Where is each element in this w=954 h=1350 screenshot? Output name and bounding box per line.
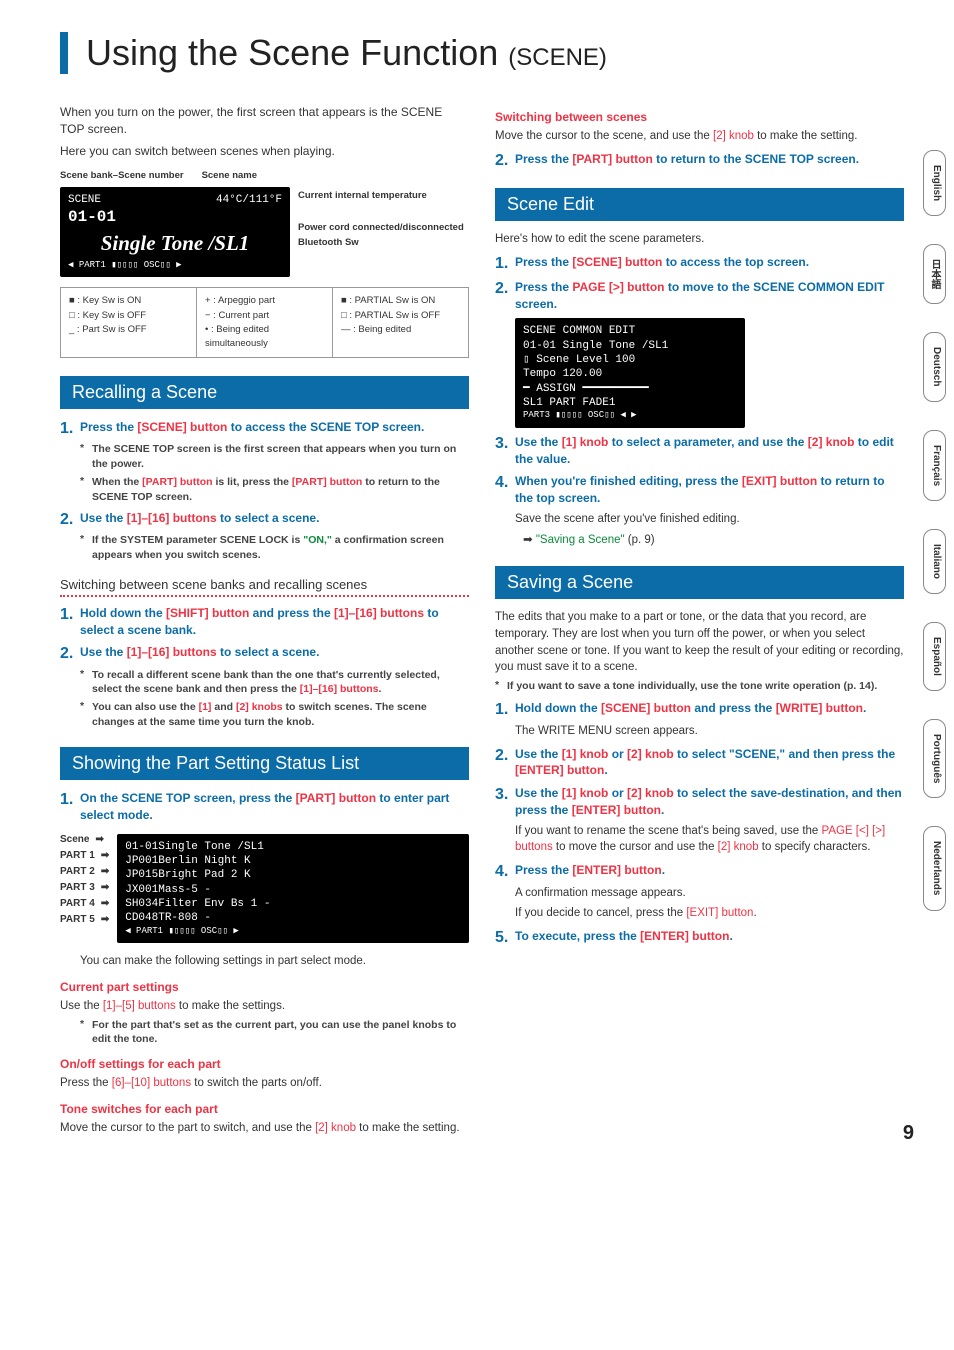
lcd-common-edit: SCENE COMMON EDIT 01-01 Single Tone /SL1… [515,318,745,427]
save-step-3: 3.Use the [1] knob or [2] knob to select… [495,785,904,819]
save-step-1: 1.Hold down the [SCENE] button and press… [495,700,904,719]
tab-francais[interactable]: Français [923,430,946,501]
lcd-footer: ◀ PART1 ▮▯▯▯▯ OSC▯▯ ▶ [68,260,282,272]
toneswitch-body: Move the cursor to the part to switch, a… [60,1120,469,1137]
subhead-current-part: Current part settings [60,980,469,994]
partlist-label-1: PART 1 [60,848,95,864]
switching-body: Move the cursor to the scene, and use th… [495,128,904,145]
intro-p1: When you turn on the power, the first sc… [60,104,469,139]
save-step-5: 5.To execute, press the [ENTER] button. [495,928,904,947]
partlist-label-2: PART 2 [60,864,95,880]
heading-partstatus: Showing the Part Setting Status List [60,747,469,780]
legend-box: ■ : Key Sw is ON □ : Key Sw is OFF _ : P… [60,287,469,358]
switching-step-2: 2.Press the [PART] button to return to t… [495,151,904,170]
recall-step-2: 2.Use the [1]–[16] buttons to select a s… [60,510,469,529]
save-step-2: 2.Use the [1] knob or [2] knob to select… [495,746,904,780]
save-step-4: 4.Press the [ENTER] button. [495,862,904,881]
edit-step-2: 2.Press the PAGE [>] button to move to t… [495,279,904,313]
legend-a2: □ : Key Sw is OFF [69,309,188,323]
legend-c2: □ : PARTIAL Sw is OFF [341,309,460,323]
legend-a1: ■ : Key Sw is ON [69,294,188,308]
tab-italiano[interactable]: Italiano [923,529,946,594]
tab-japanese[interactable]: 日本語 [923,244,946,304]
heading-saving: Saving a Scene [495,566,904,599]
lcd-partlist: 01-01Single Tone /SL1 JP001Berlin Night … [117,834,469,943]
onoff-body: Press the [6]–[10] buttons to switch the… [60,1075,469,1092]
page-number: 9 [903,1122,914,1145]
edit-step-1: 1.Press the [SCENE] button to access the… [495,254,904,273]
intro-p2: Here you can switch between scenes when … [60,143,469,160]
tab-deutsch[interactable]: Deutsch [923,332,946,401]
save-step3-body: If you want to rename the scene that's b… [515,823,904,856]
save-note: If you want to save a tone individually,… [507,679,904,694]
label-scene-name: Scene name [202,170,257,181]
legend-b3: • : Being edited simultaneously [205,323,324,352]
save-step4-body2: If you decide to cancel, press the [EXIT… [515,905,904,922]
save-step4-body1: A confirmation message appears. [515,885,904,902]
callout-bluetooth: Bluetooth Sw [298,236,469,250]
subhead-onoff: On/off settings for each part [60,1057,469,1071]
lcd-scene-top: SCENE 44°C/111°F 01-01 Single Tone /SL1 ◀… [60,187,290,277]
lcd-scene-label: SCENE [68,194,101,206]
current-part-note: For the part that's set as the current p… [92,1018,469,1047]
bank-step-2: 2.Use the [1]–[16] buttons to select a s… [60,644,469,663]
title-main: Using the Scene Function [86,32,508,73]
edit-intro: Here's how to edit the scene parameters. [495,231,904,248]
page-title: Using the Scene Function (SCENE) [60,32,904,74]
subhead-toneswitch: Tone switches for each part [60,1102,469,1116]
legend-c3: — : Being edited [341,323,460,337]
current-part-body: Use the [1]–[5] buttons to make the sett… [60,998,469,1015]
partlist-label-5: PART 5 [60,912,95,928]
subhead-switching-scenes: Switching between scenes [495,110,904,124]
recall-note-2: When the [PART] button is lit, press the… [92,475,469,504]
label-scene-bank: Scene bank–Scene number [60,170,184,181]
legend-b2: − : Current part [205,309,324,323]
language-tabs: English 日本語 Deutsch Français Italiano Es… [923,150,946,911]
edit-link: ➡ "Saving a Scene" (p. 9) [523,532,904,549]
legend-a3: _ : Part Sw is OFF [69,323,188,337]
legend-b1: + : Arpeggio part [205,294,324,308]
bank-note-2: You can also use the [1] and [2] knobs t… [92,700,469,729]
tab-english[interactable]: English [923,150,946,216]
save-intro: The edits that you make to a part or ton… [495,609,904,676]
tab-espanol[interactable]: Español [923,622,946,691]
legend-c1: ■ : PARTIAL Sw is ON [341,294,460,308]
title-sub: (SCENE) [508,44,607,71]
callout-temp: Current internal temperature [298,189,469,203]
tab-portugues[interactable]: Português [923,719,946,798]
heading-recalling: Recalling a Scene [60,376,469,409]
part-step-1: 1.On the SCENE TOP screen, press the [PA… [60,790,469,824]
intro-block: When you turn on the power, the first sc… [60,104,469,160]
bank-step-1: 1.Hold down the [SHIFT] button and press… [60,605,469,639]
edit-step-3: 3.Use the [1] knob to select a parameter… [495,434,904,468]
partlist-label-3: PART 3 [60,880,95,896]
recall-step-1: 1.Press the [SCENE] button to access the… [60,419,469,438]
lcd-scene-name: Single Tone /SL1 [68,230,282,257]
edit-step-4: 4.When you're finished editing, press th… [495,473,904,507]
recall-note-1: The SCENE TOP screen is the first screen… [92,442,469,471]
bank-note-1: To recall a different scene bank than th… [92,668,469,697]
tab-nederlands[interactable]: Nederlands [923,826,946,910]
lcd-temp: 44°C/111°F [216,193,282,207]
heading-scene-edit: Scene Edit [495,188,904,221]
subhead-switching-banks: Switching between scene banks and recall… [60,577,469,597]
partlist-label-4: PART 4 [60,896,95,912]
lcd-scene-code: 01-01 [68,207,282,228]
partstatus-after: You can make the following settings in p… [80,953,469,970]
recall-note-3: If the SYSTEM parameter SCENE LOCK is "O… [92,533,469,562]
edit-step4-body: Save the scene after you've finished edi… [515,511,904,528]
partlist-label-scene: Scene [60,832,89,848]
save-step1-body: The WRITE MENU screen appears. [515,723,904,740]
callout-power: Power cord connected/disconnected [298,221,469,235]
